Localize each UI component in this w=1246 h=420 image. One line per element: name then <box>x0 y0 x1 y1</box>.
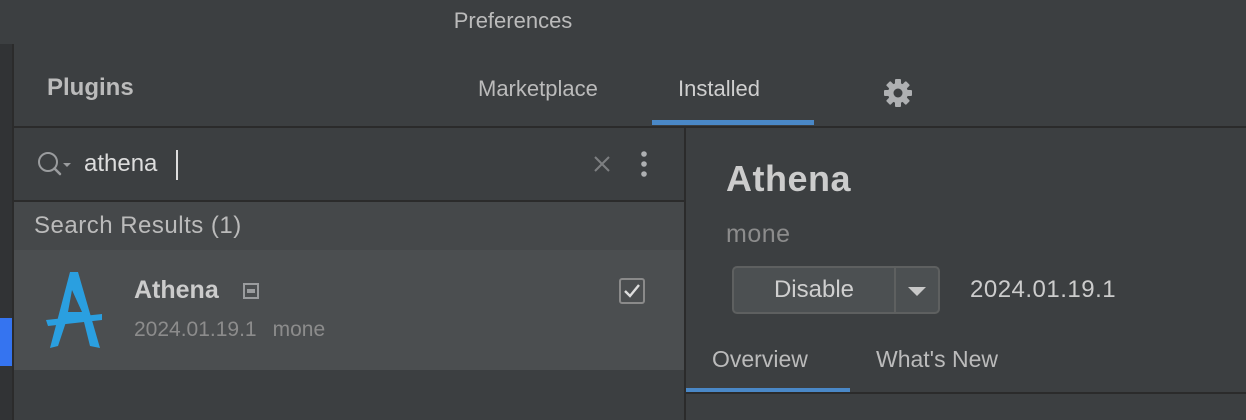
plugin-meta: 2024.01.19.1 mone <box>134 318 325 342</box>
search-bar <box>14 128 684 200</box>
search-input[interactable] <box>84 146 564 182</box>
chevron-down-icon[interactable] <box>896 268 938 312</box>
search-results-label: Search Results (1) <box>34 212 242 239</box>
search-icon[interactable] <box>36 149 74 179</box>
window-titlebar: Preferences <box>0 0 1246 44</box>
page-title: Plugins <box>47 74 134 101</box>
bundled-badge-icon <box>243 283 259 299</box>
gear-icon[interactable] <box>882 77 914 109</box>
disable-split-button: Disable <box>732 266 940 314</box>
plugins-header: Plugins Marketplace Installed <box>14 44 1246 126</box>
tab-installed-underline <box>652 120 814 125</box>
divider <box>686 392 1246 394</box>
disable-button[interactable]: Disable <box>734 268 894 312</box>
close-icon[interactable] <box>590 152 614 176</box>
plugin-list-item[interactable]: Athena 2024.01.19.1 mone <box>14 250 684 370</box>
plugin-detail-panel: Athena mone Disable 2024.01.19.1 Overvie… <box>686 128 1246 420</box>
detail-plugin-version: 2024.01.19.1 <box>970 276 1117 303</box>
window-title: Preferences <box>453 8 573 33</box>
left-gutter <box>0 44 12 420</box>
plugin-vendor: mone <box>272 318 326 341</box>
tab-marketplace[interactable]: Marketplace <box>478 76 598 102</box>
tab-installed[interactable]: Installed <box>678 76 760 102</box>
detail-plugin-name: Athena <box>726 158 852 199</box>
athena-logo-icon <box>44 268 106 352</box>
tab-whats-new[interactable]: What's New <box>876 346 998 373</box>
plugin-enabled-checkbox[interactable] <box>619 278 645 304</box>
plugin-version: 2024.01.19.1 <box>134 318 257 341</box>
text-caret <box>176 150 178 180</box>
gutter-selection-indicator <box>0 318 12 366</box>
plugin-list-panel: Search Results (1) Athena 2024.01.19.1 mo… <box>14 128 684 420</box>
plugin-name: Athena <box>134 276 219 304</box>
search-results-header: Search Results (1) <box>14 202 684 250</box>
tab-overview[interactable]: Overview <box>712 346 808 373</box>
detail-plugin-vendor: mone <box>726 220 791 248</box>
more-vertical-icon[interactable] <box>634 148 654 180</box>
